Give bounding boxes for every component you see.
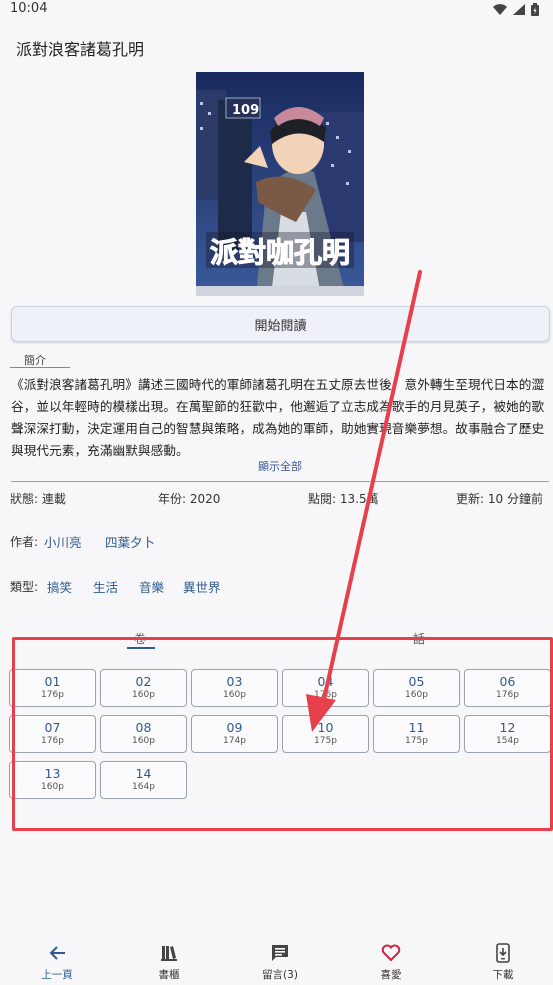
wifi-icon: [493, 4, 507, 15]
chapter-pages: 164p: [132, 782, 155, 792]
author-link[interactable]: 小川亮: [44, 532, 82, 551]
nav-download[interactable]: 下載: [448, 935, 553, 982]
chapter-pages: 160p: [132, 690, 155, 700]
genre-tag[interactable]: 音樂: [139, 577, 164, 596]
author-link[interactable]: 四葉夕卜: [105, 532, 155, 551]
chapter-number: 11: [408, 720, 425, 735]
chapter-button[interactable]: 05 160p: [373, 669, 460, 707]
bottom-navigation: 上一頁 書櫃 留言(3) 喜愛 下載: [0, 935, 553, 985]
chapter-number: 07: [44, 720, 61, 735]
nav-comments-label: 留言(3): [262, 969, 298, 981]
battery-icon: [531, 3, 539, 16]
download-phone-icon: [496, 943, 510, 963]
chapter-pages: 174p: [223, 736, 246, 746]
start-reading-button[interactable]: 開始閱讀: [11, 306, 550, 342]
chapter-pages: 160p: [132, 736, 155, 746]
nav-favorite-label: 喜愛: [380, 969, 402, 981]
description-text: 《派對浪客諸葛孔明》講述三國時代的軍師諸葛孔明在五丈原去世後，意外轉生至現代日本…: [11, 377, 545, 458]
nav-back[interactable]: 上一頁: [2, 935, 112, 982]
chapter-pages: 176p: [41, 736, 64, 746]
status-icons: [493, 3, 539, 16]
genre-tag[interactable]: 搞笑: [47, 577, 72, 596]
bookshelf-icon: [161, 946, 177, 961]
chapter-number: 05: [408, 674, 425, 689]
volumes-tab-underline: [127, 647, 155, 649]
show-all-link[interactable]: 顯示全部: [0, 458, 553, 474]
status-bar: 10:04: [0, 0, 553, 20]
chapter-button[interactable]: 10 175p: [282, 715, 369, 753]
info-updated: 更新: 10 分鐘前: [456, 492, 543, 506]
nav-shelf[interactable]: 書櫃: [114, 935, 224, 982]
chapter-button[interactable]: 06 176p: [464, 669, 551, 707]
author-label: 作者:: [10, 535, 39, 549]
cover-image[interactable]: 109 派對咖孔明: [196, 72, 364, 296]
chapter-number: 06: [499, 674, 516, 689]
chapter-button[interactable]: 03 160p: [191, 669, 278, 707]
chapter-button[interactable]: 09 174p: [191, 715, 278, 753]
comment-icon: [272, 945, 288, 961]
nav-back-label: 上一頁: [41, 969, 73, 981]
chapter-button[interactable]: 04 176p: [282, 669, 369, 707]
cover-title-text: 派對咖孔明: [210, 236, 350, 269]
chapter-button[interactable]: 14 164p: [100, 761, 187, 799]
chapter-number: 10: [317, 720, 334, 735]
nav-shelf-label: 書櫃: [158, 969, 180, 981]
chapter-button[interactable]: 13 160p: [9, 761, 96, 799]
chapter-pages: 175p: [314, 736, 337, 746]
intro-tab-underline: [10, 367, 70, 368]
genre-label: 類型:: [10, 580, 39, 594]
info-status: 狀態: 連載: [10, 492, 66, 506]
chapter-number: 01: [44, 674, 61, 689]
tab-chapters[interactable]: 話: [413, 630, 425, 647]
chapter-number: 09: [226, 720, 243, 735]
chapter-pages: 160p: [405, 690, 428, 700]
genre-tag[interactable]: 生活: [93, 577, 118, 596]
chapter-number: 13: [44, 766, 61, 781]
chapter-button[interactable]: 12 154p: [464, 715, 551, 753]
status-time: 10:04: [10, 1, 48, 16]
divider: [11, 481, 549, 482]
nav-download-label: 下載: [492, 969, 514, 981]
chapter-number: 03: [226, 674, 243, 689]
genre-tag[interactable]: 異世界: [183, 577, 221, 596]
info-views: 點閱: 13.5萬: [308, 492, 379, 506]
tab-volumes[interactable]: 卷: [134, 630, 146, 647]
chapter-pages: 154p: [496, 736, 519, 746]
chapter-pages: 176p: [41, 690, 64, 700]
nav-favorite[interactable]: 喜愛: [336, 935, 446, 982]
chapter-number: 04: [317, 674, 334, 689]
chapter-number: 02: [135, 674, 152, 689]
chapter-button[interactable]: 01 176p: [9, 669, 96, 707]
chapter-button[interactable]: 08 160p: [100, 715, 187, 753]
chapter-pages: 160p: [223, 690, 246, 700]
nav-comments[interactable]: 留言(3): [225, 935, 335, 982]
cover-badge: 109: [232, 103, 259, 118]
chapter-button[interactable]: 07 176p: [9, 715, 96, 753]
chapter-button[interactable]: 02 160p: [100, 669, 187, 707]
page-title: 派對浪客諸葛孔明: [16, 40, 145, 59]
chapter-pages: 176p: [496, 690, 519, 700]
chapter-number: 14: [135, 766, 152, 781]
chapter-number: 08: [135, 720, 152, 735]
chapter-number: 12: [499, 720, 516, 735]
info-year: 年份: 2020: [158, 492, 221, 506]
signal-icon: [513, 4, 525, 15]
chapter-pages: 176p: [314, 690, 337, 700]
chapter-pages: 175p: [405, 736, 428, 746]
heart-icon: [381, 944, 401, 962]
chapter-button[interactable]: 11 175p: [373, 715, 460, 753]
arrow-back-icon: [49, 946, 65, 960]
chapter-pages: 160p: [41, 782, 64, 792]
cover-art: 109 派對咖孔明: [196, 72, 364, 296]
tab-intro[interactable]: 簡介: [24, 352, 46, 368]
